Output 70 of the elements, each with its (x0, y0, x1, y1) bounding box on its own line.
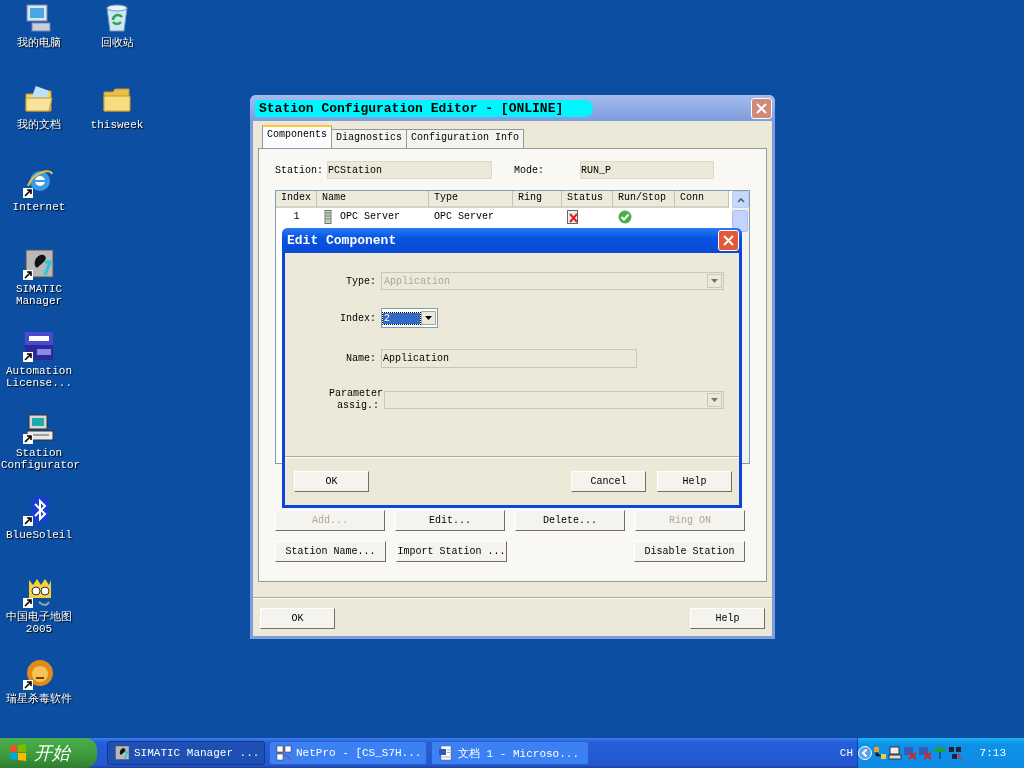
taskbar-button[interactable]: 文档 1 - Microso... (431, 741, 589, 765)
field-label: Parameter assig.: (328, 388, 384, 412)
caret-icon (711, 279, 718, 283)
scroll-thumb[interactable] (732, 210, 748, 232)
station-label: Station: (275, 164, 323, 176)
mode-field: RUN_P (580, 161, 715, 179)
column-header[interactable]: Conn (675, 191, 729, 208)
tab[interactable]: Components (262, 125, 332, 148)
desktop-icon-label[interactable]: BlueSoleil (1, 529, 77, 541)
column-header[interactable]: Run/Stop (613, 191, 675, 208)
clock: 7:13 (979, 747, 1006, 759)
button[interactable]: Edit... (395, 510, 505, 531)
network-icon (276, 745, 292, 761)
button[interactable]: Help (657, 471, 732, 492)
button[interactable]: Help (690, 608, 765, 629)
taskbar-button[interactable]: SIMATIC Manager ... (107, 741, 265, 765)
button[interactable]: Cancel (571, 471, 646, 492)
document-icon (438, 745, 454, 761)
network-icon[interactable] (948, 746, 962, 760)
column-header[interactable]: Status (562, 191, 613, 208)
windows-logo-icon (8, 743, 28, 763)
button[interactable]: Delete... (515, 510, 625, 531)
network-icon[interactable] (873, 746, 887, 760)
table-cell-text: 1 (292, 210, 301, 224)
desktop-icon-label[interactable]: Internet (1, 201, 77, 213)
close-button[interactable] (718, 230, 739, 251)
tab[interactable]: Diagnostics (331, 129, 408, 148)
simatic-icon[interactable] (23, 248, 55, 280)
station-field: PCStation (327, 161, 492, 179)
table-cell-text: OPC Server (433, 210, 495, 224)
field-label: Type: (345, 275, 377, 287)
close-icon (756, 102, 767, 114)
button[interactable]: Disable Station (634, 541, 745, 562)
window-title: Station Configuration Editor - [ONLINE] (255, 99, 594, 117)
computer-icon[interactable] (888, 746, 902, 760)
simatic-icon (114, 745, 130, 761)
button[interactable]: OK (294, 471, 369, 492)
button[interactable]: Station Name... (275, 541, 386, 562)
dropdown[interactable]: 2 (381, 308, 438, 328)
desktop-icon-label[interactable]: 瑞星杀毒软件 (1, 693, 77, 705)
desktop-icon-label[interactable]: thisweek (79, 119, 155, 131)
desktop-icon-label[interactable]: 中国电子地图 2005 (1, 611, 77, 635)
caret-icon (425, 316, 432, 320)
license-icon[interactable] (23, 330, 55, 362)
component-icon (322, 209, 334, 224)
table-cell-text: OPC Server (340, 211, 400, 222)
desktop-icon-label[interactable]: SIMATIC Manager (1, 283, 77, 307)
column-header[interactable]: Name (317, 191, 429, 208)
desktop-icon-label[interactable]: 我的文档 (1, 119, 77, 131)
desktop-icon-label[interactable]: Station Configurator (1, 447, 77, 471)
column-header[interactable]: Ring (513, 191, 562, 208)
column-header[interactable]: Type (429, 191, 513, 208)
column-header[interactable]: Index (276, 191, 317, 208)
mode-label: Mode: (514, 164, 545, 176)
close-button[interactable] (751, 97, 772, 119)
field-label: Index: (339, 312, 377, 324)
desktop-icon-label[interactable]: Automation License... (1, 365, 77, 389)
dialog-title: Edit Component (287, 233, 397, 248)
tab[interactable]: Configuration Info (406, 129, 525, 148)
language-indicator[interactable]: CH (839, 747, 853, 759)
button[interactable]: OK (260, 608, 335, 629)
desktop-icon-label[interactable]: 回收站 (79, 37, 155, 49)
desktop-icon-label[interactable]: 我的电脑 (1, 37, 77, 49)
button[interactable]: Import Station ... (396, 541, 507, 562)
taskbar-button[interactable]: NetPro - [CS_S7H... (269, 741, 427, 765)
name-field[interactable]: Application (381, 349, 637, 368)
field-label: Name: (345, 353, 377, 364)
caret-icon (711, 398, 718, 402)
computer-icon[interactable] (23, 412, 55, 444)
close-icon (723, 235, 734, 246)
